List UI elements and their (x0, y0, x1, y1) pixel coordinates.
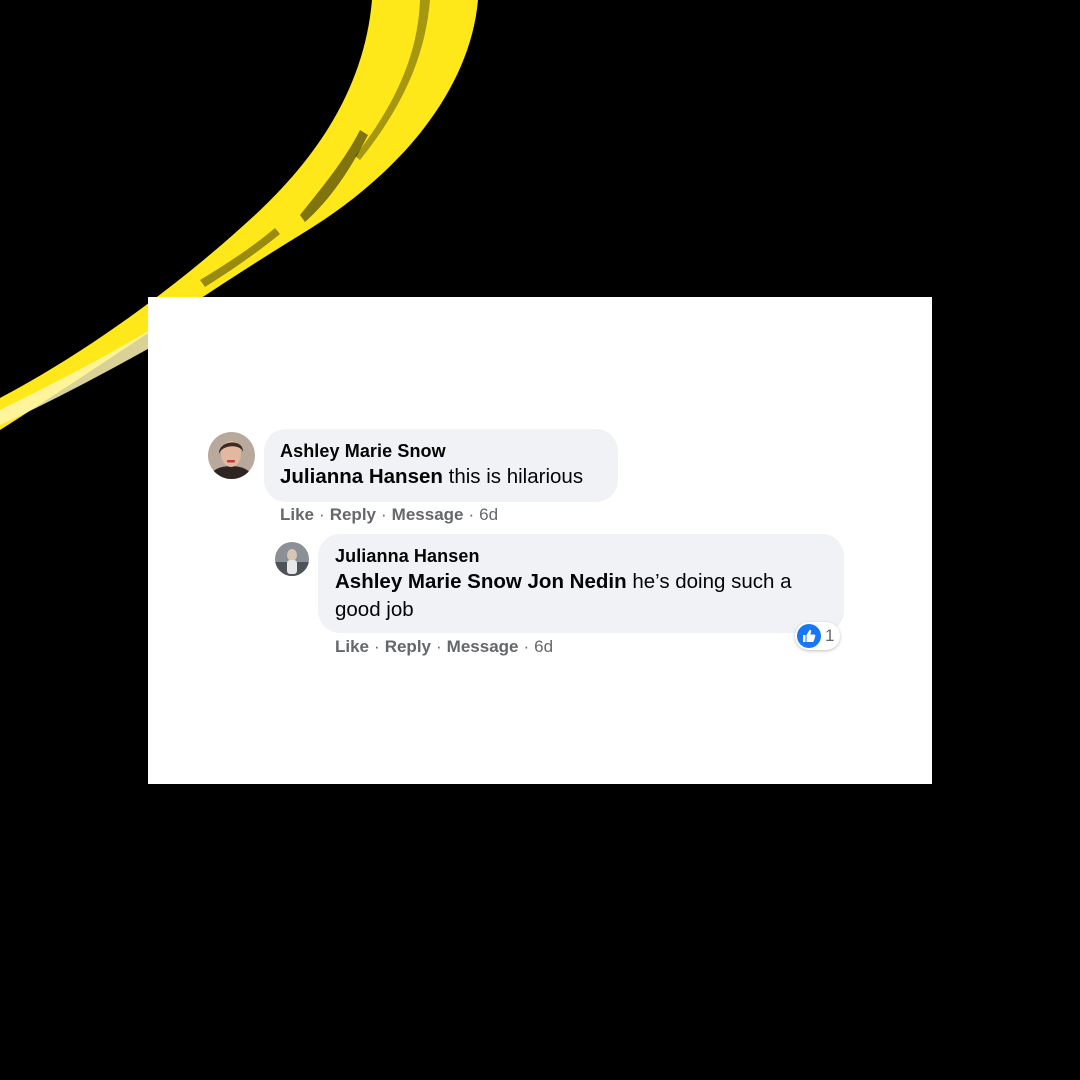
avatar[interactable] (208, 432, 255, 479)
thumbs-up-icon (797, 624, 821, 648)
mention-link[interactable]: Ashley Marie Snow Jon Nedin (335, 570, 627, 593)
message-button[interactable]: Message (392, 505, 464, 524)
separator: · (381, 505, 387, 524)
like-button[interactable]: Like (335, 637, 369, 656)
timestamp[interactable]: 6d (479, 505, 498, 524)
reaction-count: 1 (825, 626, 835, 645)
comment-text: Ashley Marie Snow Jon Nedin he’s doing s… (335, 568, 835, 624)
separator: · (319, 505, 325, 524)
comment-text: Julianna Hansen this is hilarious (280, 463, 583, 491)
separator: · (523, 637, 530, 656)
comment-author[interactable]: Julianna Hansen (335, 546, 480, 567)
separator: · (468, 505, 475, 524)
separator: · (436, 637, 442, 656)
separator: · (374, 637, 380, 656)
reply-button[interactable]: Reply (330, 505, 376, 524)
comment-author[interactable]: Ashley Marie Snow (280, 441, 446, 462)
comment-actions: Like · Reply · Message · 6d (280, 505, 498, 525)
reaction-summary[interactable]: 1 (795, 622, 841, 650)
avatar[interactable] (275, 542, 309, 576)
like-button[interactable]: Like (280, 505, 314, 524)
comment-body-continued: good job (335, 598, 414, 621)
timestamp[interactable]: 6d (534, 637, 553, 656)
message-button[interactable]: Message (447, 637, 519, 656)
reply-button[interactable]: Reply (385, 637, 431, 656)
comments-card: Ashley Marie Snow Julianna Hansen this i… (148, 297, 932, 784)
comment-body: this is hilarious (448, 465, 584, 488)
mention-link[interactable]: Julianna Hansen (280, 465, 443, 488)
comment-actions: Like · Reply · Message · 6d (335, 637, 553, 657)
comment-body: he’s doing such a (632, 570, 792, 593)
